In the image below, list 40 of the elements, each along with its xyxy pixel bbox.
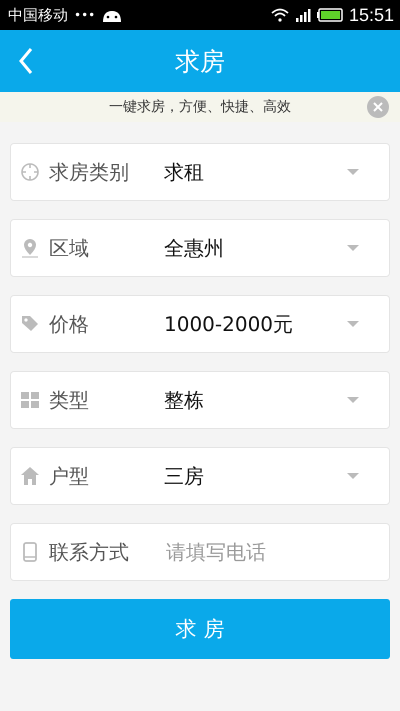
field-label: 价格 [49, 310, 90, 338]
dropdown-caret-icon [347, 245, 359, 251]
crosshair-icon [20, 161, 40, 183]
dropdown-field[interactable]: 户型 三房 [10, 447, 390, 505]
dropdown-caret-icon [347, 397, 359, 403]
dropdown-caret-icon [347, 473, 359, 479]
house-icon [20, 465, 40, 487]
clock: 15:51 [348, 4, 394, 26]
banner-text: 一键求房，方便、快捷、高效 [109, 98, 291, 116]
field-label: 户型 [49, 462, 90, 490]
field-value: 1000-2000元 [164, 310, 294, 338]
dropdown-field[interactable]: 求房类别 求租 [10, 143, 390, 201]
phone-icon [20, 541, 40, 563]
field-value: 求租 [164, 158, 205, 186]
notification-dots: ••• [74, 8, 96, 22]
dropdown-field[interactable]: 类型 整栋 [10, 371, 390, 429]
dropdown-caret-icon [347, 321, 359, 327]
carrier-name: 中国移动 [8, 6, 68, 24]
battery-icon [316, 8, 343, 22]
dropdown-caret-icon [347, 169, 359, 175]
field-value: 全惠州 [164, 234, 225, 262]
field-label: 区域 [49, 234, 90, 262]
signal-icon [294, 8, 311, 22]
back-button[interactable] [18, 47, 34, 75]
back-icon [18, 47, 34, 75]
phone-input[interactable]: 请填写电话 [164, 539, 379, 565]
field-label: 求房类别 [49, 158, 130, 186]
field-label: 联系方式 [49, 538, 130, 566]
grid-icon [20, 389, 40, 411]
dropdown-field[interactable]: 区域 全惠州 [10, 219, 390, 277]
close-icon [373, 102, 383, 112]
location-pin-icon [20, 237, 40, 259]
field-value: 整栋 [164, 386, 205, 414]
field-label: 类型 [49, 386, 90, 414]
page-title: 求房 [175, 46, 225, 78]
phone-field[interactable]: 联系方式 请填写电话 [10, 523, 390, 581]
dropdown-field[interactable]: 价格 1000-2000元 [10, 295, 390, 353]
field-value: 三房 [164, 462, 205, 490]
wifi-icon [270, 8, 289, 22]
close-button[interactable] [367, 96, 389, 118]
